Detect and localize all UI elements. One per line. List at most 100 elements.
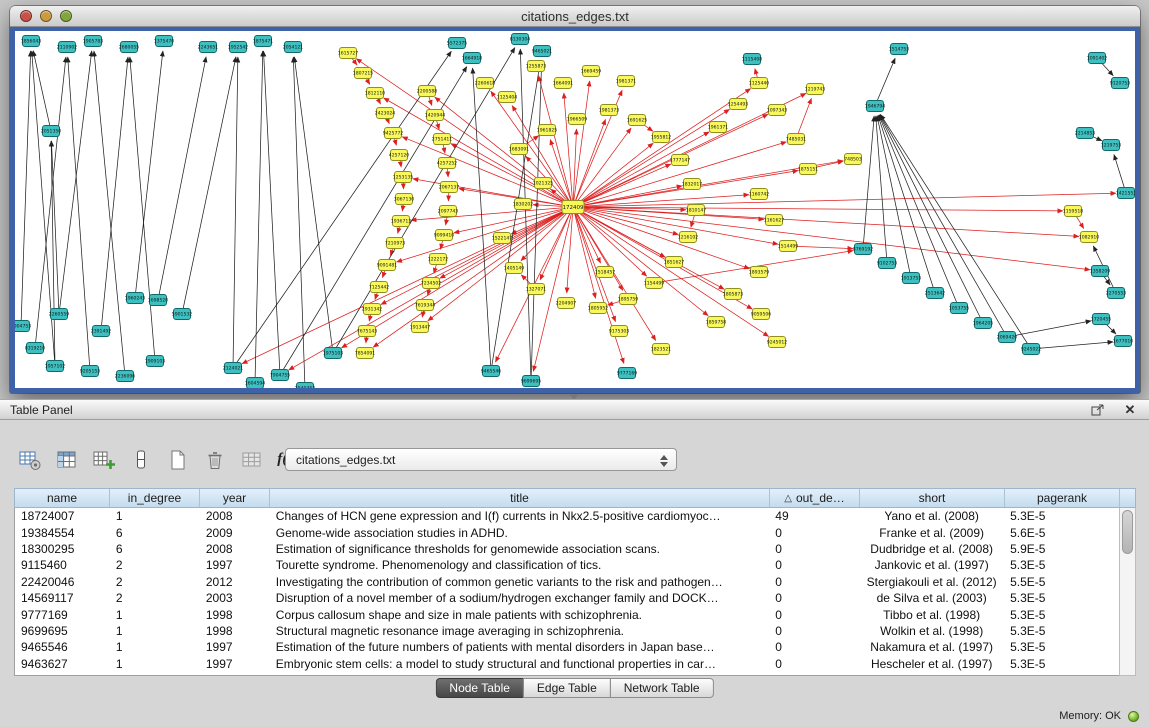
network-node[interactable]: 2260559: [49, 309, 70, 320]
network-edge[interactable]: [130, 57, 155, 361]
network-node[interactable]: 748503: [844, 154, 862, 165]
network-node[interactable]: 1936713: [391, 216, 412, 227]
network-node[interactable]: 7675143: [357, 326, 378, 337]
network-edge[interactable]: [573, 207, 778, 244]
network-node[interactable]: 1823521: [651, 344, 672, 355]
network-node[interactable]: 1420944: [425, 110, 446, 121]
network-node[interactable]: 7210973: [385, 238, 406, 249]
scrollbar-thumb[interactable]: [1122, 510, 1133, 554]
table-row[interactable]: 946362711997Embryonic stem cells: a mode…: [15, 656, 1119, 672]
network-edge[interactable]: [242, 207, 573, 364]
network-edge[interactable]: [863, 116, 874, 249]
network-node[interactable]: 9777169: [617, 368, 638, 379]
network-edge[interactable]: [1007, 321, 1091, 337]
new-column-icon[interactable]: [90, 446, 117, 473]
network-node[interactable]: 9245022: [1021, 344, 1042, 355]
network-node[interactable]: 1358209: [1090, 266, 1111, 277]
network-node[interactable]: 1832017: [682, 179, 703, 190]
tab-network-table[interactable]: Network Table: [610, 678, 714, 698]
network-node[interactable]: 1812110: [365, 88, 386, 99]
network-node[interactable]: 9699695: [521, 376, 542, 387]
network-node[interactable]: 1219753: [1101, 140, 1122, 151]
tab-edge-table[interactable]: Edge Table: [523, 678, 611, 698]
network-node[interactable]: 1522147: [492, 233, 513, 244]
network-node[interactable]: 9102753: [877, 258, 898, 269]
network-node[interactable]: 1909103: [145, 356, 166, 367]
network-node[interactable]: 1125440: [749, 78, 770, 89]
network-node[interactable]: 9465546: [481, 366, 502, 377]
network-edge[interactable]: [573, 193, 1116, 207]
network-node[interactable]: 1913753: [901, 273, 922, 284]
column-header-short[interactable]: short: [860, 489, 1005, 507]
network-edge[interactable]: [875, 58, 895, 106]
network-node[interactable]: 1160742: [749, 189, 770, 200]
network-node[interactable]: 2200588: [417, 86, 438, 97]
network-node[interactable]: 1946794: [865, 101, 886, 112]
table-row[interactable]: 969969511998Structural magnetic resonanc…: [15, 623, 1119, 639]
network-node[interactable]: 1405149: [504, 263, 525, 274]
network-node[interactable]: 1905783: [83, 36, 104, 47]
network-node[interactable]: 5572375: [447, 38, 468, 49]
network-node[interactable]: 1810147: [686, 205, 707, 216]
network-node[interactable]: 1669459: [581, 66, 602, 77]
table-row[interactable]: 1938455462009Genome-wide association stu…: [15, 524, 1119, 540]
show-columns-icon[interactable]: [53, 446, 80, 473]
network-node[interactable]: 1805952: [588, 303, 609, 314]
network-edge[interactable]: [512, 106, 573, 207]
network-node[interactable]: 5901532: [172, 309, 193, 320]
network-node[interactable]: 4257252: [437, 158, 458, 169]
network-canvas[interactable]: 1724091683091196182519665091981373169162…: [15, 31, 1135, 388]
column-header-in-degree[interactable]: in_degree: [110, 489, 200, 507]
network-node[interactable]: 1913447: [410, 322, 431, 333]
network-node[interactable]: 9099410: [434, 230, 455, 241]
network-node[interactable]: 9175303: [609, 326, 630, 337]
network-node[interactable]: 1957102: [45, 361, 66, 372]
network-edge[interactable]: [573, 207, 750, 269]
network-node[interactable]: 8130304: [510, 34, 531, 45]
network-node[interactable]: 9091481: [377, 260, 398, 271]
network-node[interactable]: 1159518: [1063, 206, 1084, 217]
network-node[interactable]: 1961371: [708, 122, 729, 133]
table-row[interactable]: 911546021997Tourette syndrome. Phenomeno…: [15, 557, 1119, 573]
network-node[interactable]: 1097343: [767, 105, 788, 116]
network-node[interactable]: 1161627: [764, 215, 785, 226]
network-node[interactable]: 1664918: [462, 53, 483, 64]
network-node[interactable]: 1254493: [728, 99, 749, 110]
network-node[interactable]: 172409: [562, 201, 584, 214]
network-node[interactable]: 1975103: [323, 348, 344, 359]
network-edge[interactable]: [402, 137, 573, 207]
network-edge[interactable]: [573, 207, 1079, 236]
network-edge[interactable]: [182, 57, 236, 314]
network-node[interactable]: 1253135: [393, 172, 414, 183]
network-node[interactable]: 9205153: [80, 366, 101, 377]
table-row[interactable]: 946554611997Estimation of the future num…: [15, 639, 1119, 655]
network-edge[interactable]: [264, 51, 280, 375]
network-node[interactable]: 4257120: [389, 150, 410, 161]
network-node[interactable]: 1961825: [537, 125, 558, 136]
network-node[interactable]: 7234502: [421, 278, 442, 289]
network-node[interactable]: 1082910: [1079, 232, 1100, 243]
network-node[interactable]: 1514753: [889, 44, 910, 55]
network-node[interactable]: 7619344: [415, 300, 436, 311]
network-edge[interactable]: [573, 109, 730, 207]
network-node[interactable]: 1805873: [723, 289, 744, 300]
network-edge[interactable]: [573, 195, 749, 207]
network-node[interactable]: 1893579: [749, 267, 770, 278]
delete-table-icon[interactable]: [201, 446, 228, 473]
network-node[interactable]: 1698520: [148, 295, 169, 306]
network-node[interactable]: 9245012: [767, 337, 788, 348]
network-edge[interactable]: [573, 207, 678, 234]
network-edge[interactable]: [573, 207, 596, 298]
network-edge[interactable]: [21, 51, 31, 326]
network-node[interactable]: 3067130: [394, 194, 415, 205]
network-node[interactable]: 1691625: [627, 115, 648, 126]
network-node[interactable]: 1421553: [1116, 188, 1135, 199]
network-edge[interactable]: [540, 207, 573, 280]
network-edge[interactable]: [520, 49, 531, 381]
network-edge[interactable]: [158, 57, 206, 300]
network-node[interactable]: 2067137: [439, 182, 460, 193]
table-row[interactable]: 1456911722003Disruption of a novel membe…: [15, 590, 1119, 606]
network-node[interactable]: 7125442: [369, 282, 390, 293]
network-node[interactable]: 8769192: [853, 244, 874, 255]
network-edge[interactable]: [233, 57, 238, 368]
